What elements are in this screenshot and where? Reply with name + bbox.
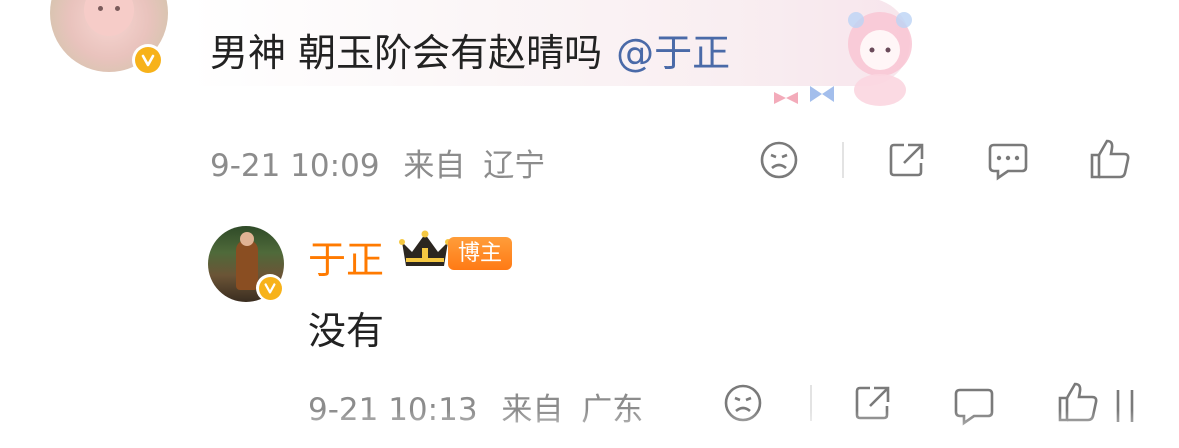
bottom-fade [0,410,1179,448]
crown-icon [399,230,451,266]
dislike-icon[interactable] [758,139,800,181]
action-divider [842,142,844,178]
comment-date: 9-21 10:09 [210,148,380,184]
share-icon[interactable] [886,139,928,181]
comment-location: 辽宁 [483,148,546,184]
location-prefix: 来自 [403,148,466,184]
blogger-badge: 博主 [448,237,512,270]
verified-badge-icon [132,44,164,76]
reply-text: 没有 [308,309,385,353]
comment-text: 男神 朝玉阶会有赵晴吗 @于正 [210,31,731,75]
mention-link[interactable]: @于正 [616,31,730,75]
comment-meta: 9-21 10:09 来自 辽宁 [210,140,545,185]
bubble-decoration-icon [774,12,912,106]
reply-username[interactable]: 于正 [308,229,384,284]
avatar-person-image [236,240,258,290]
plush-toy-image [84,0,134,36]
comment-icon[interactable] [986,139,1030,183]
verified-badge-icon [256,274,284,302]
like-icon[interactable] [1088,137,1132,181]
